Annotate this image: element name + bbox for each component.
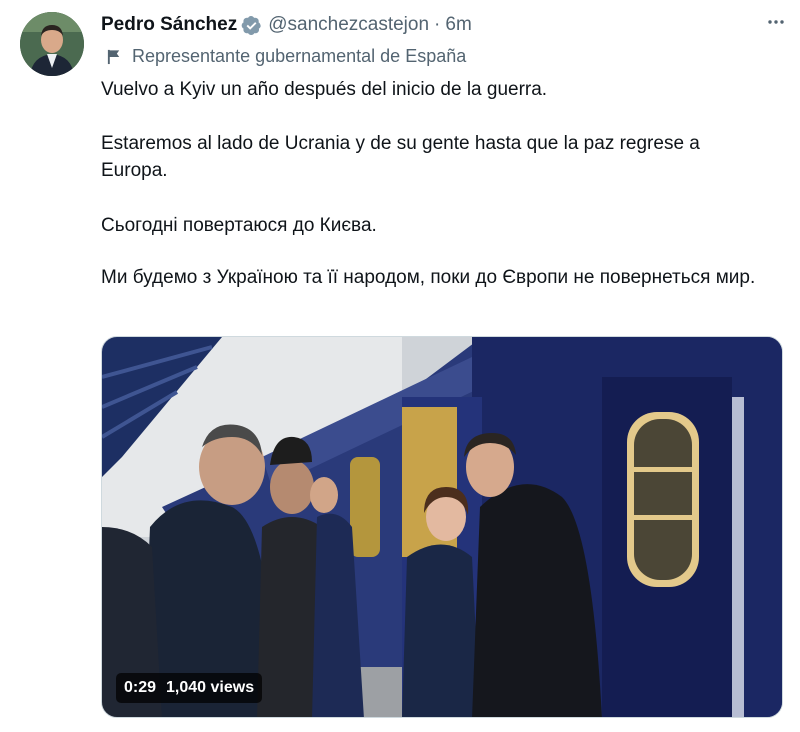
- video-views: 1,040 views: [166, 679, 255, 696]
- tweet-paragraph: Vuelvo a Kyiv un año después del inicio …: [101, 79, 548, 100]
- author-name[interactable]: Pedro Sánchez: [101, 14, 237, 36]
- flag-icon: [106, 48, 123, 65]
- more-horizontal-icon[interactable]: [762, 8, 790, 36]
- video-frame: [102, 337, 782, 717]
- avatar-image: [20, 12, 84, 76]
- tweet-timestamp[interactable]: 6m: [445, 14, 471, 36]
- tweet-paragraph: Estaremos al lado de Ucrania y de su gen…: [101, 133, 700, 181]
- video-player[interactable]: 0:29 1,040 views: [101, 336, 783, 718]
- tweet-paragraph: Сьогодні повертаюся до Києва.: [101, 215, 377, 236]
- affiliation-label[interactable]: Representante gubernamental de España: [106, 44, 466, 68]
- video-duration: 0:29: [124, 679, 157, 696]
- affiliation-text: Representante gubernamental de España: [132, 45, 467, 66]
- author-handle[interactable]: @sanchezcastejon: [268, 14, 429, 36]
- tweet-paragraph: Ми будемо з Україною та її народом, поки…: [101, 267, 756, 288]
- verified-badge-icon[interactable]: [241, 15, 262, 36]
- video-stats-badge: 0:29 1,040 views: [116, 673, 263, 703]
- author-avatar[interactable]: [20, 12, 84, 76]
- separator-dot: ·: [434, 14, 441, 35]
- tweet-header: Pedro Sánchez @sanchezcastejon · 6m: [101, 12, 784, 38]
